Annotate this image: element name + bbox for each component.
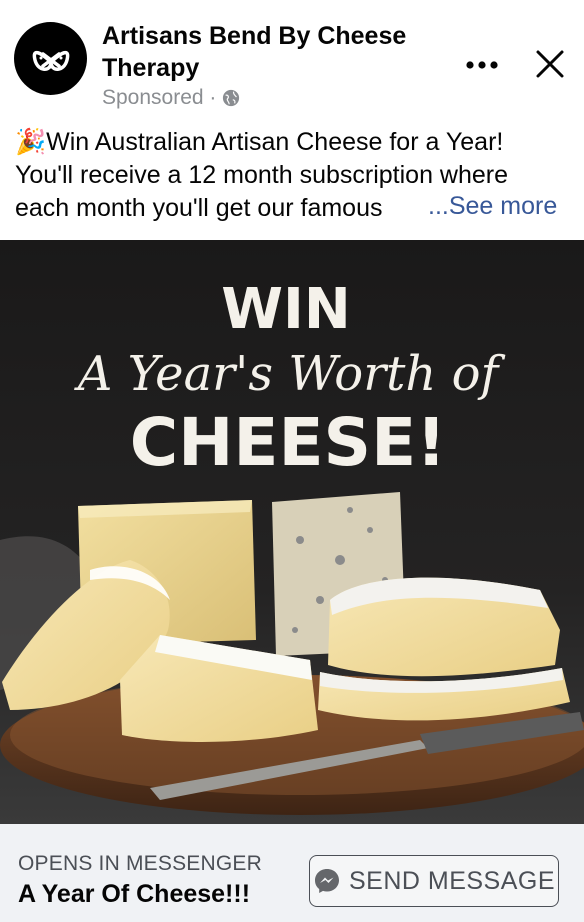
- headline-cheese: CHEESE!: [130, 404, 447, 481]
- send-message-button[interactable]: SEND MESSAGE: [309, 855, 559, 907]
- messenger-icon: [314, 869, 339, 893]
- post-line-1-text: Win Australian Artisan Cheese for a Year…: [46, 128, 504, 156]
- see-more-link[interactable]: ...See more: [428, 192, 557, 221]
- close-button[interactable]: [530, 44, 570, 84]
- globe-icon: [223, 89, 240, 107]
- post-header: Artisans Bend By Cheese Therapy Sponsore…: [0, 0, 584, 120]
- ad-image[interactable]: WIN A Year's Worth of CHEESE!: [0, 240, 584, 824]
- headline-script: A Year's Worth of: [74, 346, 506, 402]
- sponsored-text: Sponsored ·: [102, 86, 217, 109]
- more-options-button[interactable]: [462, 48, 502, 82]
- more-dots-icon: [466, 61, 498, 69]
- page-name[interactable]: Artisans Bend By Cheese Therapy: [102, 20, 432, 84]
- post-line-1: 🎉Win Australian Artisan Cheese for a Yea…: [15, 126, 570, 159]
- close-icon: [536, 50, 564, 78]
- page-avatar[interactable]: [14, 22, 87, 95]
- party-emoji: 🎉: [15, 128, 47, 156]
- opens-in-messenger-label: OPENS IN MESSENGER: [18, 852, 262, 875]
- sponsored-label: Sponsored ·: [102, 86, 240, 110]
- send-message-label: SEND MESSAGE: [348, 866, 556, 895]
- post-line-2: You'll receive a 12 month subscription w…: [15, 161, 509, 189]
- headline-win: WIN: [221, 277, 350, 342]
- pretzel-logo-icon: [32, 50, 69, 71]
- cta-title: A Year Of Cheese!!!: [18, 880, 251, 908]
- cta-footer: OPENS IN MESSENGER A Year Of Cheese!!! S…: [0, 824, 584, 922]
